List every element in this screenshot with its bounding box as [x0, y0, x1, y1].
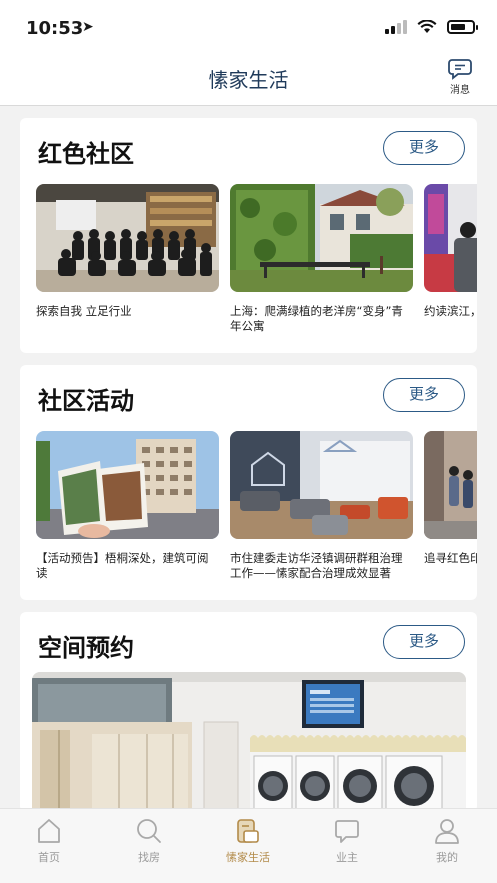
status-bar: 10:53 ➤: [0, 0, 497, 52]
signal-icon: [385, 20, 407, 34]
event-card[interactable]: 追寻红色印: [424, 431, 477, 566]
event-thumbnail: [424, 431, 477, 539]
section-title: 空间预约: [38, 634, 134, 662]
article-thumbnail: [230, 184, 413, 292]
tab-label: 我的: [436, 851, 458, 864]
tab-find-room[interactable]: 找房: [109, 817, 189, 865]
event-card[interactable]: 市住建委走访华泾镇调研群租治理工作——愫家配合治理成效显著: [230, 431, 413, 581]
tab-mine[interactable]: 我的: [407, 817, 487, 865]
more-button[interactable]: 更多: [383, 625, 465, 659]
section-title: 社区活动: [38, 387, 134, 415]
article-card[interactable]: 探索自我 立足行业: [36, 184, 219, 319]
article-caption: 上海：爬满绿植的老洋房“变身”青年公寓: [230, 304, 403, 333]
event-caption: 追寻红色印: [424, 551, 477, 565]
event-caption: 市住建委走访华泾镇调研群租治理工作——愫家配合治理成效显著: [230, 551, 403, 580]
article-carousel[interactable]: 探索自我 立足行业 上海：爬满绿植的老洋房“变身”青年公寓 约读滨江，: [36, 184, 477, 334]
tab-label: 愫家生活: [226, 851, 270, 864]
battery-icon: [447, 20, 478, 34]
search-icon: [137, 819, 161, 843]
page-title: 愫家生活: [208, 68, 289, 92]
section-red-community: 红色社区 更多 探索自我 立足行业 上海：爬满绿植的老洋房“变身”青年公寓 约读…: [20, 118, 477, 353]
article-card[interactable]: 约读滨江，: [424, 184, 477, 319]
more-button[interactable]: 更多: [383, 378, 465, 412]
nav-bar: 愫家生活 消息: [0, 52, 497, 106]
article-thumbnail: [424, 184, 477, 292]
tab-bar: 首页 找房 愫家生活 业主 我的: [0, 808, 497, 883]
event-carousel[interactable]: 【活动预告】梧桐深处，建筑可阅读 市住建委走访华泾镇调研群租治理工作——愫家配合…: [36, 431, 477, 581]
location-arrow-icon: ➤: [82, 19, 94, 35]
life-icon: [237, 819, 259, 843]
article-thumbnail: [36, 184, 219, 292]
tab-owner[interactable]: 业主: [307, 817, 387, 865]
section-title: 红色社区: [38, 140, 134, 168]
space-photo[interactable]: [32, 672, 466, 812]
status-time: 10:53: [26, 18, 84, 39]
message-button[interactable]: 消息: [445, 58, 475, 96]
more-button[interactable]: 更多: [383, 131, 465, 165]
status-icons: [385, 20, 478, 34]
tab-life[interactable]: 愫家生活: [208, 817, 288, 865]
article-caption: 探索自我 立足行业: [36, 304, 132, 318]
event-thumbnail: [36, 431, 219, 539]
wifi-icon: [417, 20, 437, 33]
home-icon: [38, 819, 60, 843]
article-caption: 约读滨江，: [424, 304, 477, 318]
event-card[interactable]: 【活动预告】梧桐深处，建筑可阅读: [36, 431, 219, 581]
chat-icon: [335, 820, 359, 843]
event-thumbnail: [230, 431, 413, 539]
section-space-booking: 空间预约 更多: [20, 612, 477, 812]
section-community-events: 社区活动 更多 【活动预告】梧桐深处，建筑可阅读 市住建委走访华泾镇调研群租治理…: [20, 365, 477, 600]
tab-label: 业主: [336, 851, 358, 864]
message-label: 消息: [450, 85, 470, 96]
tab-label: 找房: [138, 851, 160, 864]
tab-label: 首页: [38, 851, 60, 864]
user-icon: [435, 819, 459, 844]
event-caption: 【活动预告】梧桐深处，建筑可阅读: [36, 551, 209, 580]
tab-home[interactable]: 首页: [9, 817, 89, 865]
article-card[interactable]: 上海：爬满绿植的老洋房“变身”青年公寓: [230, 184, 413, 334]
chat-bubble-icon: [448, 59, 472, 80]
